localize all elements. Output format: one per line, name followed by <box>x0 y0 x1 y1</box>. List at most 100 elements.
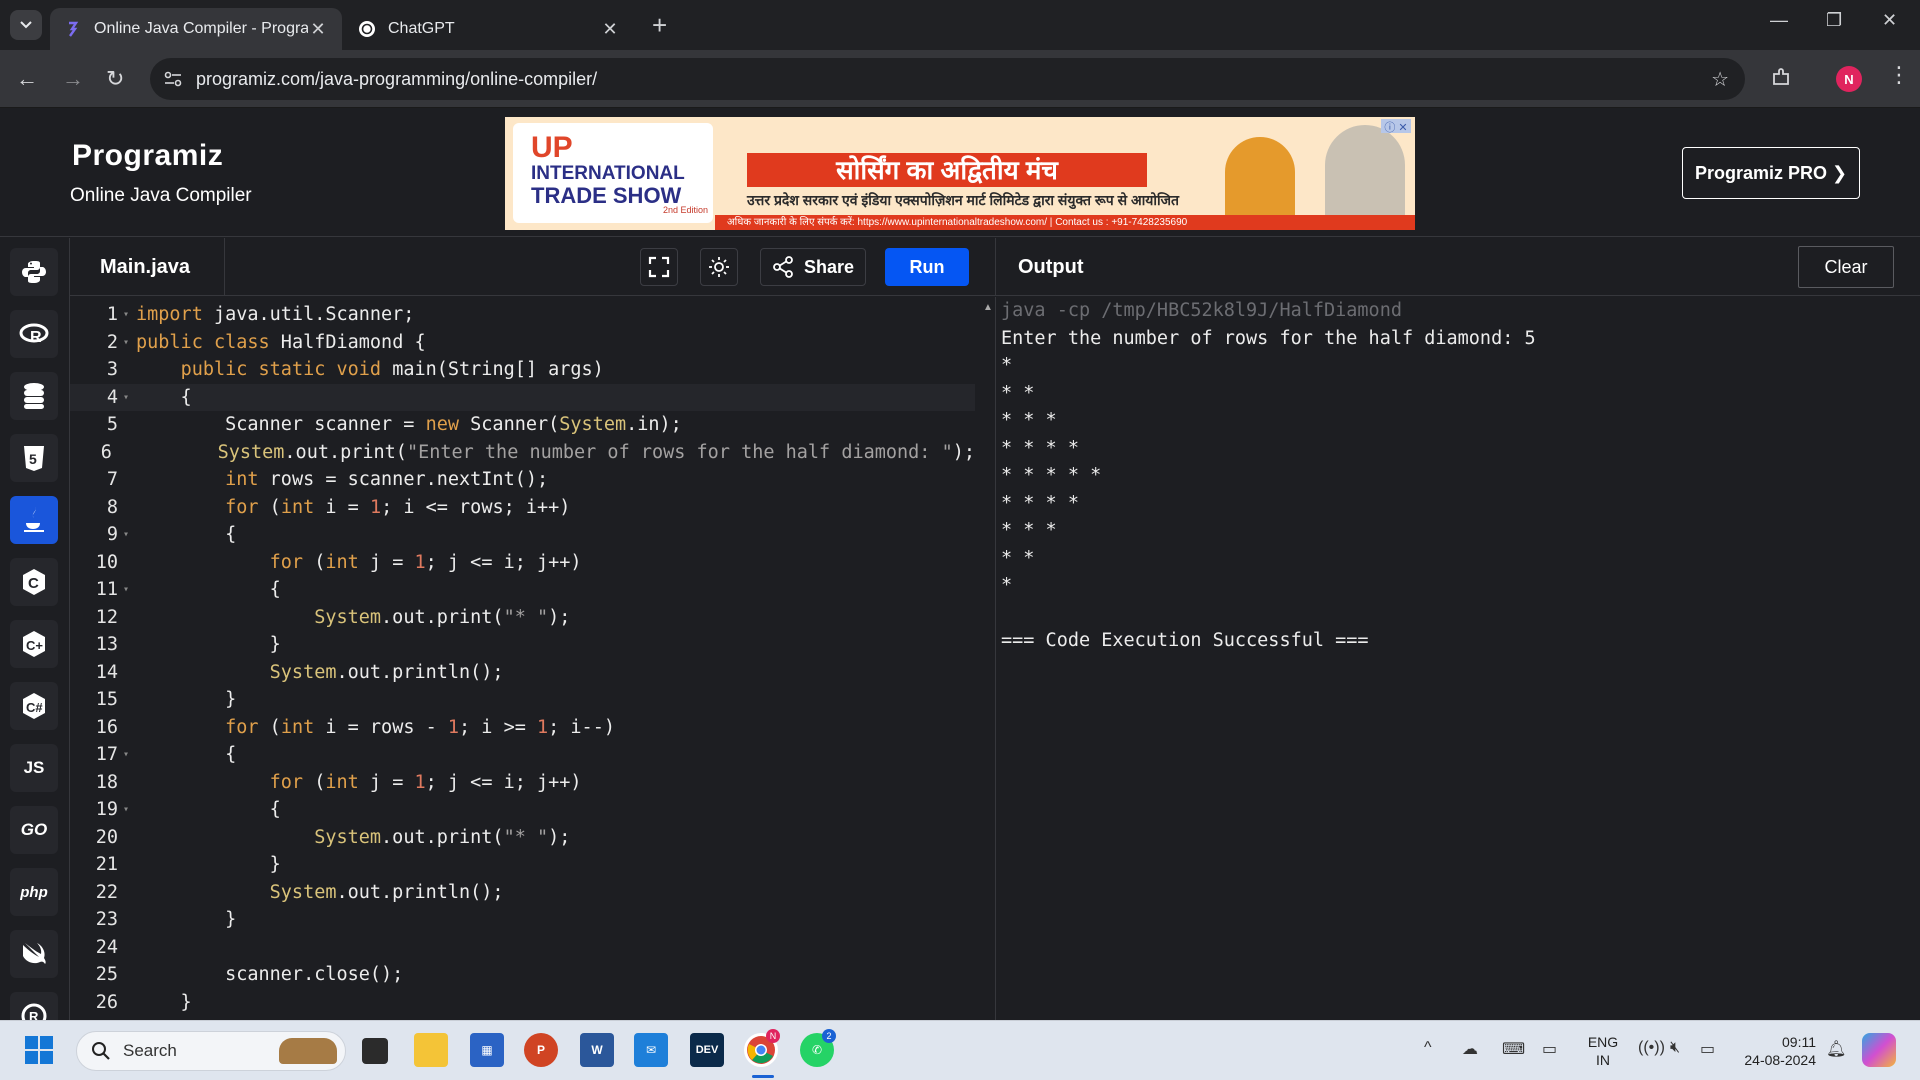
back-icon[interactable]: ← <box>16 66 38 92</box>
line-number: 6 <box>100 441 112 463</box>
file-explorer-icon[interactable] <box>414 1033 448 1067</box>
fold-toggle-icon[interactable]: ▾ <box>120 749 134 760</box>
programiz-pro-button[interactable]: Programiz PRO ❯ <box>1682 147 1860 199</box>
share-button[interactable]: Share <box>760 248 866 286</box>
forward-icon[interactable]: → <box>62 66 84 92</box>
code-line[interactable]: 1 ▾ import java.util.Scanner; <box>70 301 975 328</box>
task-view-icon[interactable] <box>362 1038 388 1064</box>
code-line[interactable]: 20 System.out.print("* "); <box>70 824 975 851</box>
code-line[interactable]: 10 for (int j = 1; j <= i; j++) <box>70 549 975 576</box>
code-line[interactable]: 22 System.out.println(); <box>70 879 975 906</box>
fold-toggle-icon[interactable]: ▾ <box>120 529 134 540</box>
code-line[interactable]: 14 System.out.println(); <box>70 659 975 686</box>
code-line[interactable]: 17 ▾ { <box>70 741 975 768</box>
keyboard-icon[interactable]: ⌨ <box>1502 1039 1525 1059</box>
powerpoint-icon[interactable]: P <box>524 1033 558 1067</box>
swift-icon[interactable] <box>10 930 58 978</box>
code-line[interactable]: 26 } <box>70 989 975 1016</box>
programiz-logo[interactable]: Programiz <box>72 139 223 173</box>
output-console[interactable]: java -cp /tmp/HBC52k8l9J/HalfDiamond Ent… <box>995 297 1920 1020</box>
fold-toggle-icon[interactable]: ▾ <box>120 804 134 815</box>
fold-toggle-icon[interactable]: ▾ <box>120 337 134 348</box>
go-icon[interactable]: GO <box>10 806 58 854</box>
r-language-icon[interactable]: R <box>10 310 58 358</box>
language-indicator[interactable]: ENG IN <box>1586 1033 1620 1069</box>
code-line[interactable]: 2 ▾ public class HalfDiamond { <box>70 329 975 356</box>
code-line[interactable]: 5 Scanner scanner = new Scanner(System.i… <box>70 411 975 438</box>
restore-icon[interactable]: ❐ <box>1826 10 1842 31</box>
code-line[interactable]: 6 System.out.print("Enter the number of … <box>70 439 975 466</box>
advertisement-banner[interactable]: UP INTERNATIONAL TRADE SHOW 2nd Edition … <box>505 117 1415 230</box>
code-line[interactable]: 11 ▾ { <box>70 576 975 603</box>
c-language-icon[interactable]: C <box>10 558 58 606</box>
rust-icon[interactable]: R <box>10 992 58 1020</box>
ad-close-icon[interactable]: ⓘ ✕ <box>1381 119 1411 134</box>
reload-icon[interactable]: ↻ <box>106 66 124 92</box>
new-tab-icon[interactable]: + <box>652 10 667 41</box>
clear-button[interactable]: Clear <box>1798 246 1894 288</box>
extensions-icon[interactable] <box>1770 66 1792 88</box>
python-icon[interactable] <box>10 248 58 296</box>
tray-overflow-icon[interactable]: ^ <box>1424 1039 1432 1057</box>
code-line[interactable]: 21 } <box>70 851 975 878</box>
copilot-icon[interactable] <box>1862 1033 1896 1067</box>
code-line[interactable]: 23 } <box>70 906 975 933</box>
database-sql-icon[interactable] <box>10 372 58 420</box>
file-tab-main-java[interactable]: Main.java <box>70 238 225 296</box>
code-line[interactable]: 8 for (int i = 1; i <= rows; i++) <box>70 494 975 521</box>
code-line[interactable]: 4 ▾ { <box>70 383 975 411</box>
mail-icon[interactable]: ✉ <box>634 1033 668 1067</box>
run-button[interactable]: Run <box>885 248 969 286</box>
code-line[interactable]: 19 ▾ { <box>70 796 975 823</box>
code-line[interactable]: 25 scanner.close(); <box>70 961 975 988</box>
code-line[interactable]: 24 <box>70 934 975 961</box>
tab-chatgpt[interactable]: ChatGPT ✕ <box>344 8 634 50</box>
minimize-icon[interactable]: — <box>1770 10 1788 31</box>
close-window-icon[interactable]: ✕ <box>1882 10 1897 31</box>
omnibox[interactable]: programiz.com/java-programming/online-co… <box>150 58 1745 100</box>
code-line[interactable]: 9 ▾ { <box>70 521 975 548</box>
taskbar-clock[interactable]: 09:11 24-08-2024 <box>1736 1033 1816 1069</box>
java-icon[interactable] <box>10 496 58 544</box>
code-line[interactable]: 7 int rows = scanner.nextInt(); <box>70 466 975 493</box>
php-icon[interactable]: php <box>10 868 58 916</box>
tab-online-java-compiler[interactable]: Online Java Compiler - Program ✕ <box>50 8 342 50</box>
fold-toggle-icon[interactable]: ▾ <box>120 584 134 595</box>
microsoft-store-icon[interactable]: ▦ <box>470 1033 504 1067</box>
csharp-icon[interactable]: C# <box>10 682 58 730</box>
wifi-icon[interactable]: ((•)) <box>1638 1039 1665 1057</box>
windows-start-icon[interactable] <box>22 1033 56 1067</box>
search-highlight-image <box>279 1038 337 1064</box>
notification-bell-icon[interactable]: 🔔︎ <box>1826 1039 1846 1059</box>
fullscreen-button[interactable] <box>640 248 678 286</box>
code-line[interactable]: 3 public static void main(String[] args) <box>70 356 975 383</box>
code-line[interactable]: 18 for (int j = 1; j <= i; j++) <box>70 769 975 796</box>
profile-avatar[interactable]: N <box>1836 66 1862 92</box>
battery-icon[interactable]: ▭ <box>1700 1039 1715 1059</box>
dev-app-icon[interactable]: DEV <box>690 1033 724 1067</box>
taskbar-search[interactable]: Search <box>76 1031 346 1071</box>
close-tab-icon[interactable]: ✕ <box>600 19 620 40</box>
word-icon[interactable]: W <box>580 1033 614 1067</box>
menu-kebab-icon[interactable]: ⋮ <box>1888 62 1910 88</box>
javascript-icon[interactable]: JS <box>10 744 58 792</box>
fold-toggle-icon[interactable]: ▾ <box>120 309 134 320</box>
touch-keyboard-icon[interactable]: ▭ <box>1542 1039 1557 1059</box>
tab-search-button[interactable] <box>10 10 42 40</box>
site-settings-icon[interactable] <box>164 71 182 87</box>
cpp-icon[interactable]: C+ <box>10 620 58 668</box>
windows-taskbar: Search ▦ P W ✉ DEV N ✆ 2 ^ ☁ ⌨ ▭ ENG IN … <box>0 1020 1920 1080</box>
html5-icon[interactable]: 5 <box>10 434 58 482</box>
code-line[interactable]: 12 System.out.print("* "); <box>70 604 975 631</box>
volume-muted-icon[interactable]: 🔇︎ <box>1670 1039 1680 1057</box>
bookmark-star-icon[interactable]: ☆ <box>1711 67 1729 92</box>
fold-toggle-icon[interactable]: ▾ <box>120 392 134 403</box>
code-line[interactable]: 16 for (int i = rows - 1; i >= 1; i--) <box>70 714 975 741</box>
code-editor[interactable]: 1 ▾ import java.util.Scanner; 2 ▾ public clas… <box>70 297 995 1020</box>
scroll-up-icon[interactable]: ▲ <box>983 302 993 313</box>
onedrive-icon[interactable]: ☁ <box>1462 1039 1478 1059</box>
theme-toggle-button[interactable] <box>700 248 738 286</box>
code-line[interactable]: 15 } <box>70 686 975 713</box>
code-line[interactable]: 13 } <box>70 631 975 658</box>
close-tab-icon[interactable]: ✕ <box>308 19 328 40</box>
